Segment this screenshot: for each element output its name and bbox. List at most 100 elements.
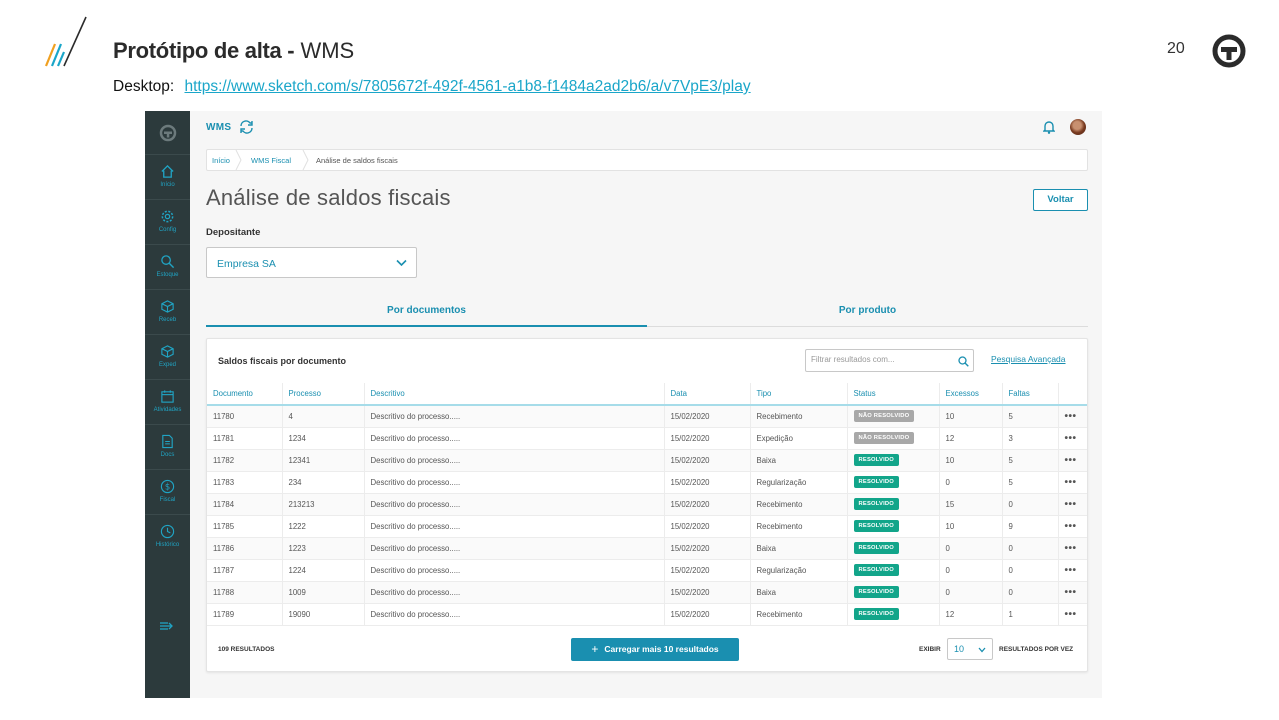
column-header-processo[interactable]: Processo xyxy=(282,383,365,406)
tab-por-documentos[interactable]: Por documentos xyxy=(206,295,647,327)
cell-descritivo: Descritivo do processo..... xyxy=(364,471,665,494)
top-bar: WMS xyxy=(190,111,1102,145)
table-row[interactable]: 11782 12341 Descritivo do processo..... 15/… xyxy=(207,449,1087,472)
more-options-icon[interactable]: ••• xyxy=(1065,565,1077,576)
cell-faltas: 5 xyxy=(1002,471,1059,494)
cell-faltas: 0 xyxy=(1002,493,1059,516)
cell-tipo: Baixa xyxy=(750,537,848,560)
more-options-icon[interactable]: ••• xyxy=(1065,543,1077,554)
tabs: Por documentos Por produto xyxy=(206,295,1088,327)
per-page-value: 10 xyxy=(954,644,965,654)
cell-data: 15/02/2020 xyxy=(664,515,751,538)
show-label: EXIBIR xyxy=(919,646,941,653)
cell-tipo: Recebimento xyxy=(750,603,848,626)
column-header-status[interactable]: Status xyxy=(847,383,940,406)
depositor-value: Empresa SA xyxy=(217,258,276,270)
sidebar-item-estoque[interactable]: Estoque xyxy=(145,244,190,288)
cell-data: 15/02/2020 xyxy=(664,581,751,604)
more-options-icon[interactable]: ••• xyxy=(1065,587,1077,598)
cell-excessos: 10 xyxy=(939,449,1003,472)
filter-field[interactable] xyxy=(805,349,974,372)
cell-faltas: 0 xyxy=(1002,537,1059,560)
sidebar-item-fiscal[interactable]: $ Fiscal xyxy=(145,469,190,513)
more-options-icon[interactable]: ••• xyxy=(1065,455,1077,466)
cell-documento: 11781 xyxy=(207,427,283,450)
more-options-icon[interactable]: ••• xyxy=(1065,433,1077,444)
breadcrumb-item-wms-fiscal[interactable]: WMS Fiscal xyxy=(251,156,291,165)
cell-tipo: Expedição xyxy=(750,427,848,450)
per-page-select[interactable]: 10 xyxy=(947,638,993,660)
column-header-excessos[interactable]: Excessos xyxy=(939,383,1003,406)
table-row[interactable]: 11785 1222 Descritivo do processo..... 15/0… xyxy=(207,515,1087,538)
breadcrumb-item-inicio[interactable]: Início xyxy=(212,156,230,165)
cell-data: 15/02/2020 xyxy=(664,559,751,582)
sidebar-item-historico[interactable]: Histórico xyxy=(145,514,190,558)
more-options-icon[interactable]: ••• xyxy=(1065,477,1077,488)
filter-input[interactable] xyxy=(811,355,951,364)
calendar-icon xyxy=(161,390,174,403)
more-options-icon[interactable]: ••• xyxy=(1065,609,1077,620)
column-header-data[interactable]: Data xyxy=(664,383,751,406)
row-actions-cell: ••• xyxy=(1058,493,1087,516)
search-icon xyxy=(161,255,175,269)
results-count: 109 RESULTADOS xyxy=(218,646,275,653)
row-actions-cell: ••• xyxy=(1058,471,1087,494)
sidebar-item-label: Início xyxy=(160,182,175,188)
company-logo-icon xyxy=(1212,34,1246,68)
depositor-select[interactable]: Empresa SA xyxy=(206,247,417,278)
tab-por-produto[interactable]: Por produto xyxy=(647,295,1088,327)
sidebar: Início Config Estoque Receb Exped Ativid… xyxy=(145,111,190,698)
column-header-descritivo[interactable]: Descritivo xyxy=(364,383,665,406)
sidebar-item-config[interactable]: Config xyxy=(145,199,190,243)
sidebar-item-inicio[interactable]: Início xyxy=(145,154,190,198)
table-row[interactable]: 11786 1223 Descritivo do processo..... 15/0… xyxy=(207,537,1087,560)
table-row[interactable]: 11788 1009 Descritivo do processo..... 15/0… xyxy=(207,581,1087,604)
depositor-label: Depositante xyxy=(206,227,261,238)
cell-documento: 11780 xyxy=(207,405,283,428)
back-button[interactable]: Voltar xyxy=(1033,189,1088,211)
sidebar-item-receb[interactable]: Receb xyxy=(145,289,190,333)
bell-icon[interactable] xyxy=(1043,120,1055,134)
table-row[interactable]: 11780 4 Descritivo do processo..... 15/02/2… xyxy=(207,405,1087,428)
sidebar-item-label: Histórico xyxy=(155,542,180,548)
table-row[interactable]: 11789 19090 Descritivo do processo..... 15/… xyxy=(207,603,1087,626)
table-row[interactable]: 11787 1224 Descritivo do processo..... 15/0… xyxy=(207,559,1087,582)
sidebar-item-docs[interactable]: Docs xyxy=(145,424,190,468)
column-header-documento[interactable]: Documento xyxy=(207,383,283,406)
sidebar-item-atividades[interactable]: Atividades xyxy=(145,379,190,423)
status-badge: RESOLVIDO xyxy=(853,586,900,598)
load-more-button[interactable]: + Carregar mais 10 resultados xyxy=(571,638,739,661)
row-actions-cell: ••• xyxy=(1058,537,1087,560)
sync-icon[interactable] xyxy=(239,120,254,134)
cell-descritivo: Descritivo do processo..... xyxy=(364,405,665,428)
expand-sidebar-icon[interactable] xyxy=(159,619,175,633)
chevron-down-icon xyxy=(978,647,986,653)
more-options-icon[interactable]: ••• xyxy=(1065,411,1077,422)
table-row[interactable]: 11783 234 Descritivo do processo..... 15/02… xyxy=(207,471,1087,494)
sidebar-item-exped[interactable]: Exped xyxy=(145,334,190,378)
clock-icon xyxy=(160,524,175,539)
box-icon xyxy=(161,300,174,313)
cell-faltas: 5 xyxy=(1002,405,1059,428)
table-row[interactable]: 11784 213213 Descritivo do processo..... 15… xyxy=(207,493,1087,516)
cell-data: 15/02/2020 xyxy=(664,405,751,428)
sidebar-item-label: Atividades xyxy=(153,407,182,413)
column-header-faltas[interactable]: Faltas xyxy=(1002,383,1059,406)
slide-title-bold: Protótipo de alta - xyxy=(113,38,295,63)
sidebar-item-label: Exped xyxy=(158,362,176,368)
table-row[interactable]: 11781 1234 Descritivo do processo..... 15/0… xyxy=(207,427,1087,450)
cell-descritivo: Descritivo do processo..... xyxy=(364,581,665,604)
cell-faltas: 9 xyxy=(1002,515,1059,538)
cell-excessos: 0 xyxy=(939,537,1003,560)
column-header-tipo[interactable]: Tipo xyxy=(750,383,848,406)
advanced-search-link[interactable]: Pesquisa Avançada xyxy=(991,354,1066,364)
cell-tipo: Recebimento xyxy=(750,515,848,538)
prototype-link[interactable]: https://www.sketch.com/s/7805672f-492f-4… xyxy=(184,78,750,95)
cell-documento: 11787 xyxy=(207,559,283,582)
row-actions-cell: ••• xyxy=(1058,427,1087,450)
search-icon[interactable] xyxy=(958,356,969,367)
user-avatar[interactable] xyxy=(1070,119,1086,135)
more-options-icon[interactable]: ••• xyxy=(1065,521,1077,532)
more-options-icon[interactable]: ••• xyxy=(1065,499,1077,510)
cell-excessos: 10 xyxy=(939,405,1003,428)
